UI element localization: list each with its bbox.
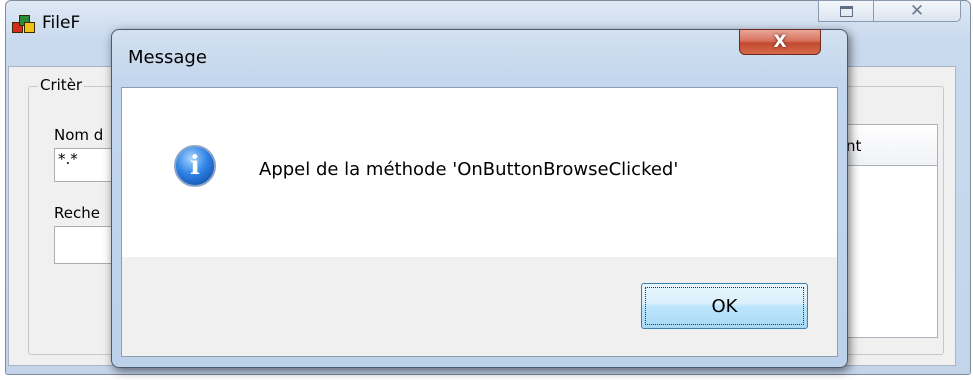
close-icon: ✕ bbox=[909, 1, 925, 21]
criteria-group-label: Critèr bbox=[38, 76, 85, 94]
main-window-title: FileF bbox=[42, 13, 81, 33]
dialog-message: Appel de la méthode 'OnButtonBrowseClick… bbox=[259, 159, 679, 180]
dialog-content: i Appel de la méthode 'OnButtonBrowseCli… bbox=[122, 88, 837, 257]
message-dialog: Message X i Appel de la méthode 'OnButto… bbox=[111, 29, 848, 368]
maximize-icon bbox=[839, 5, 853, 17]
results-column-header[interactable]: nt bbox=[846, 137, 861, 155]
ok-button-label: OK bbox=[711, 295, 738, 317]
info-icon: i bbox=[174, 145, 216, 187]
dialog-title: Message bbox=[128, 47, 207, 68]
ok-button[interactable]: OK bbox=[641, 283, 808, 329]
app-icon bbox=[12, 14, 36, 36]
results-list[interactable] bbox=[840, 166, 938, 338]
maximize-button[interactable] bbox=[818, 0, 874, 22]
close-icon: X bbox=[773, 32, 787, 52]
main-close-button[interactable]: ✕ bbox=[873, 0, 961, 22]
search-label: Reche bbox=[54, 204, 100, 222]
dialog-close-button[interactable]: X bbox=[739, 29, 821, 55]
name-label: Nom d bbox=[54, 126, 104, 144]
dialog-client-area: i Appel de la méthode 'OnButtonBrowseCli… bbox=[121, 87, 838, 357]
name-field-value: *.* bbox=[58, 150, 78, 168]
